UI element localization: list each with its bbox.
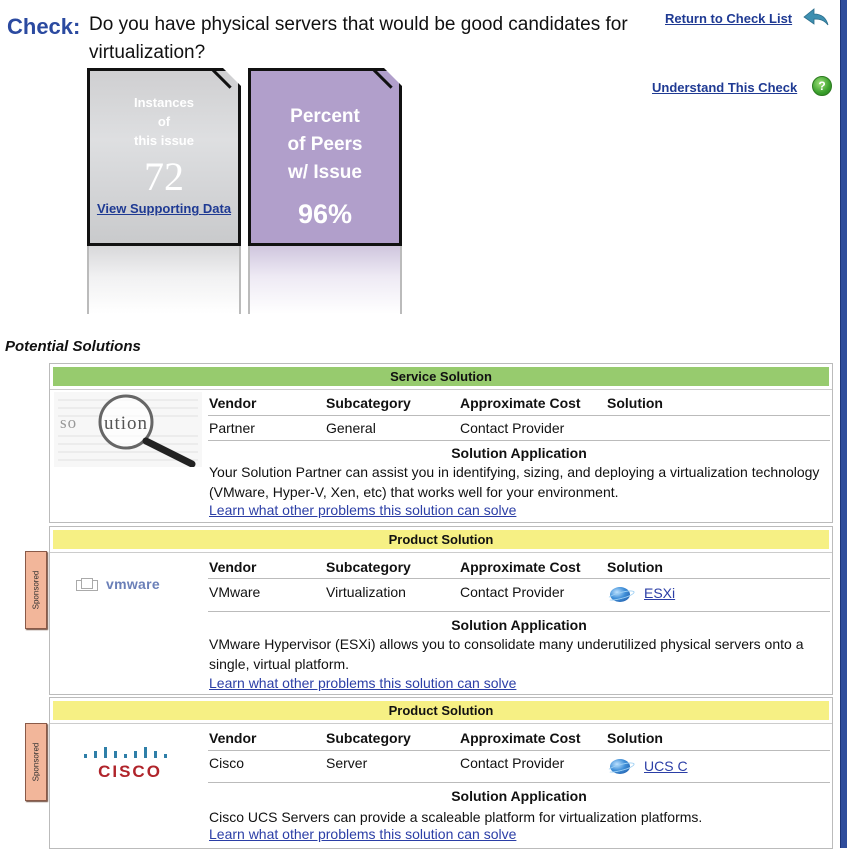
- window-right-border: [840, 0, 847, 848]
- instances-label-line: of: [157, 114, 171, 129]
- subcategory-value: General: [326, 420, 376, 436]
- solution-type-header: Service Solution: [53, 367, 829, 386]
- vendor-value: VMware: [209, 584, 261, 600]
- divider: [50, 723, 832, 724]
- cost-header: Approximate Cost: [460, 730, 581, 746]
- learn-more-link[interactable]: Learn what other problems this solution …: [209, 675, 516, 691]
- svg-text:so: so: [60, 413, 77, 432]
- check-label: Check:: [7, 14, 81, 39]
- vmware-logo-text: vmware: [106, 576, 160, 592]
- divider: [208, 782, 830, 783]
- instances-label: Instances of this issue: [90, 93, 238, 150]
- solution-type-header: Product Solution: [53, 701, 829, 720]
- solution-application-text: VMware Hypervisor (ESXi) allows you to c…: [209, 636, 804, 672]
- vmware-logo-mark: [76, 577, 98, 591]
- solution-type-header: Product Solution: [53, 530, 829, 549]
- help-icon[interactable]: ?: [812, 76, 832, 96]
- solution-link-ucs-c[interactable]: UCS C: [644, 758, 688, 774]
- solution-application-text: Cisco UCS Servers can provide a scaleabl…: [209, 809, 703, 825]
- vendor-header: Vendor: [209, 730, 257, 746]
- instances-tile: Instances of this issue 72 View Supporti…: [87, 68, 241, 246]
- tile-corner: [372, 69, 393, 89]
- globe-icon: [610, 759, 630, 774]
- peers-tile-reflection: [248, 246, 402, 314]
- sponsored-badge: Sponsored: [25, 723, 47, 801]
- learn-more-link[interactable]: Learn what other problems this solution …: [209, 826, 516, 842]
- instances-label-line: this issue: [134, 133, 194, 148]
- peers-percent: 96%: [297, 199, 353, 229]
- subcategory-value: Virtualization: [326, 584, 406, 600]
- return-to-check-list-link[interactable]: Return to Check List: [665, 11, 792, 26]
- potential-solutions-title: Potential Solutions: [5, 338, 141, 355]
- vendor-value: Partner: [209, 420, 255, 436]
- divider: [208, 578, 830, 579]
- cisco-logo-bars: [84, 747, 167, 758]
- vendor-header: Vendor: [209, 395, 257, 411]
- divider: [50, 552, 832, 553]
- divider: [208, 750, 830, 751]
- learn-more-link[interactable]: Learn what other problems this solution …: [209, 502, 516, 518]
- peers-label-line: w/ Issue: [288, 162, 362, 183]
- subcategory-header: Subcategory: [326, 395, 411, 411]
- subcategory-header: Subcategory: [326, 559, 411, 575]
- sponsored-badge: Sponsored: [25, 551, 47, 629]
- instances-tile-reflection: [87, 246, 241, 314]
- cisco-logo: CISCO: [98, 762, 162, 781]
- sponsored-label: Sponsored: [31, 742, 41, 782]
- solution-header: Solution: [607, 559, 663, 575]
- view-supporting-data-link[interactable]: View Supporting Data: [90, 201, 238, 216]
- instances-count: 72: [144, 154, 184, 199]
- solution-block: Product Solution vmware Vendor Subcatego…: [49, 526, 833, 695]
- divider: [50, 389, 832, 390]
- solution-application-title: Solution Application: [451, 445, 587, 461]
- peers-label: Percent of Peers w/ Issue: [251, 103, 399, 187]
- solution-block: Product Solution CISCO Vendor Subcategor…: [49, 697, 833, 849]
- divider: [208, 611, 830, 612]
- sponsored-label: Sponsored: [31, 570, 41, 610]
- divider: [208, 440, 830, 441]
- solution-header: Solution: [607, 730, 663, 746]
- return-arrow-icon[interactable]: [803, 8, 829, 28]
- cost-header: Approximate Cost: [460, 559, 581, 575]
- vendor-header: Vendor: [209, 559, 257, 575]
- understand-this-check-link[interactable]: Understand This Check: [652, 80, 797, 95]
- solution-application-title: Solution Application: [451, 788, 587, 804]
- solution-magnifier-logo: so ution: [54, 392, 202, 467]
- cost-value: Contact Provider: [460, 420, 565, 436]
- solution-link-esxi[interactable]: ESXi: [644, 585, 675, 601]
- svg-text:ution: ution: [104, 413, 148, 434]
- divider: [208, 415, 830, 416]
- subcategory-value: Server: [326, 755, 368, 771]
- tile-corner: [211, 69, 232, 89]
- globe-icon: [610, 587, 630, 602]
- peers-label-line: of Peers: [287, 134, 363, 155]
- solution-application-text: Your Solution Partner can assist you in …: [209, 464, 820, 500]
- peers-label-line: Percent: [290, 106, 360, 127]
- cost-value: Contact Provider: [460, 584, 565, 600]
- subcategory-header: Subcategory: [326, 730, 411, 746]
- check-question: Do you have physical servers that would …: [89, 14, 628, 63]
- peers-tile: Percent of Peers w/ Issue 96%: [248, 68, 402, 246]
- cost-header: Approximate Cost: [460, 395, 581, 411]
- solution-block: Service Solution so ution Vendor Subcate…: [49, 363, 833, 523]
- vendor-value: Cisco: [209, 755, 245, 771]
- instances-label-line: Instances: [134, 95, 194, 110]
- vmware-logo: vmware: [76, 576, 160, 592]
- solution-application-title: Solution Application: [451, 617, 587, 633]
- cost-value: Contact Provider: [460, 755, 565, 771]
- solution-header: Solution: [607, 395, 663, 411]
